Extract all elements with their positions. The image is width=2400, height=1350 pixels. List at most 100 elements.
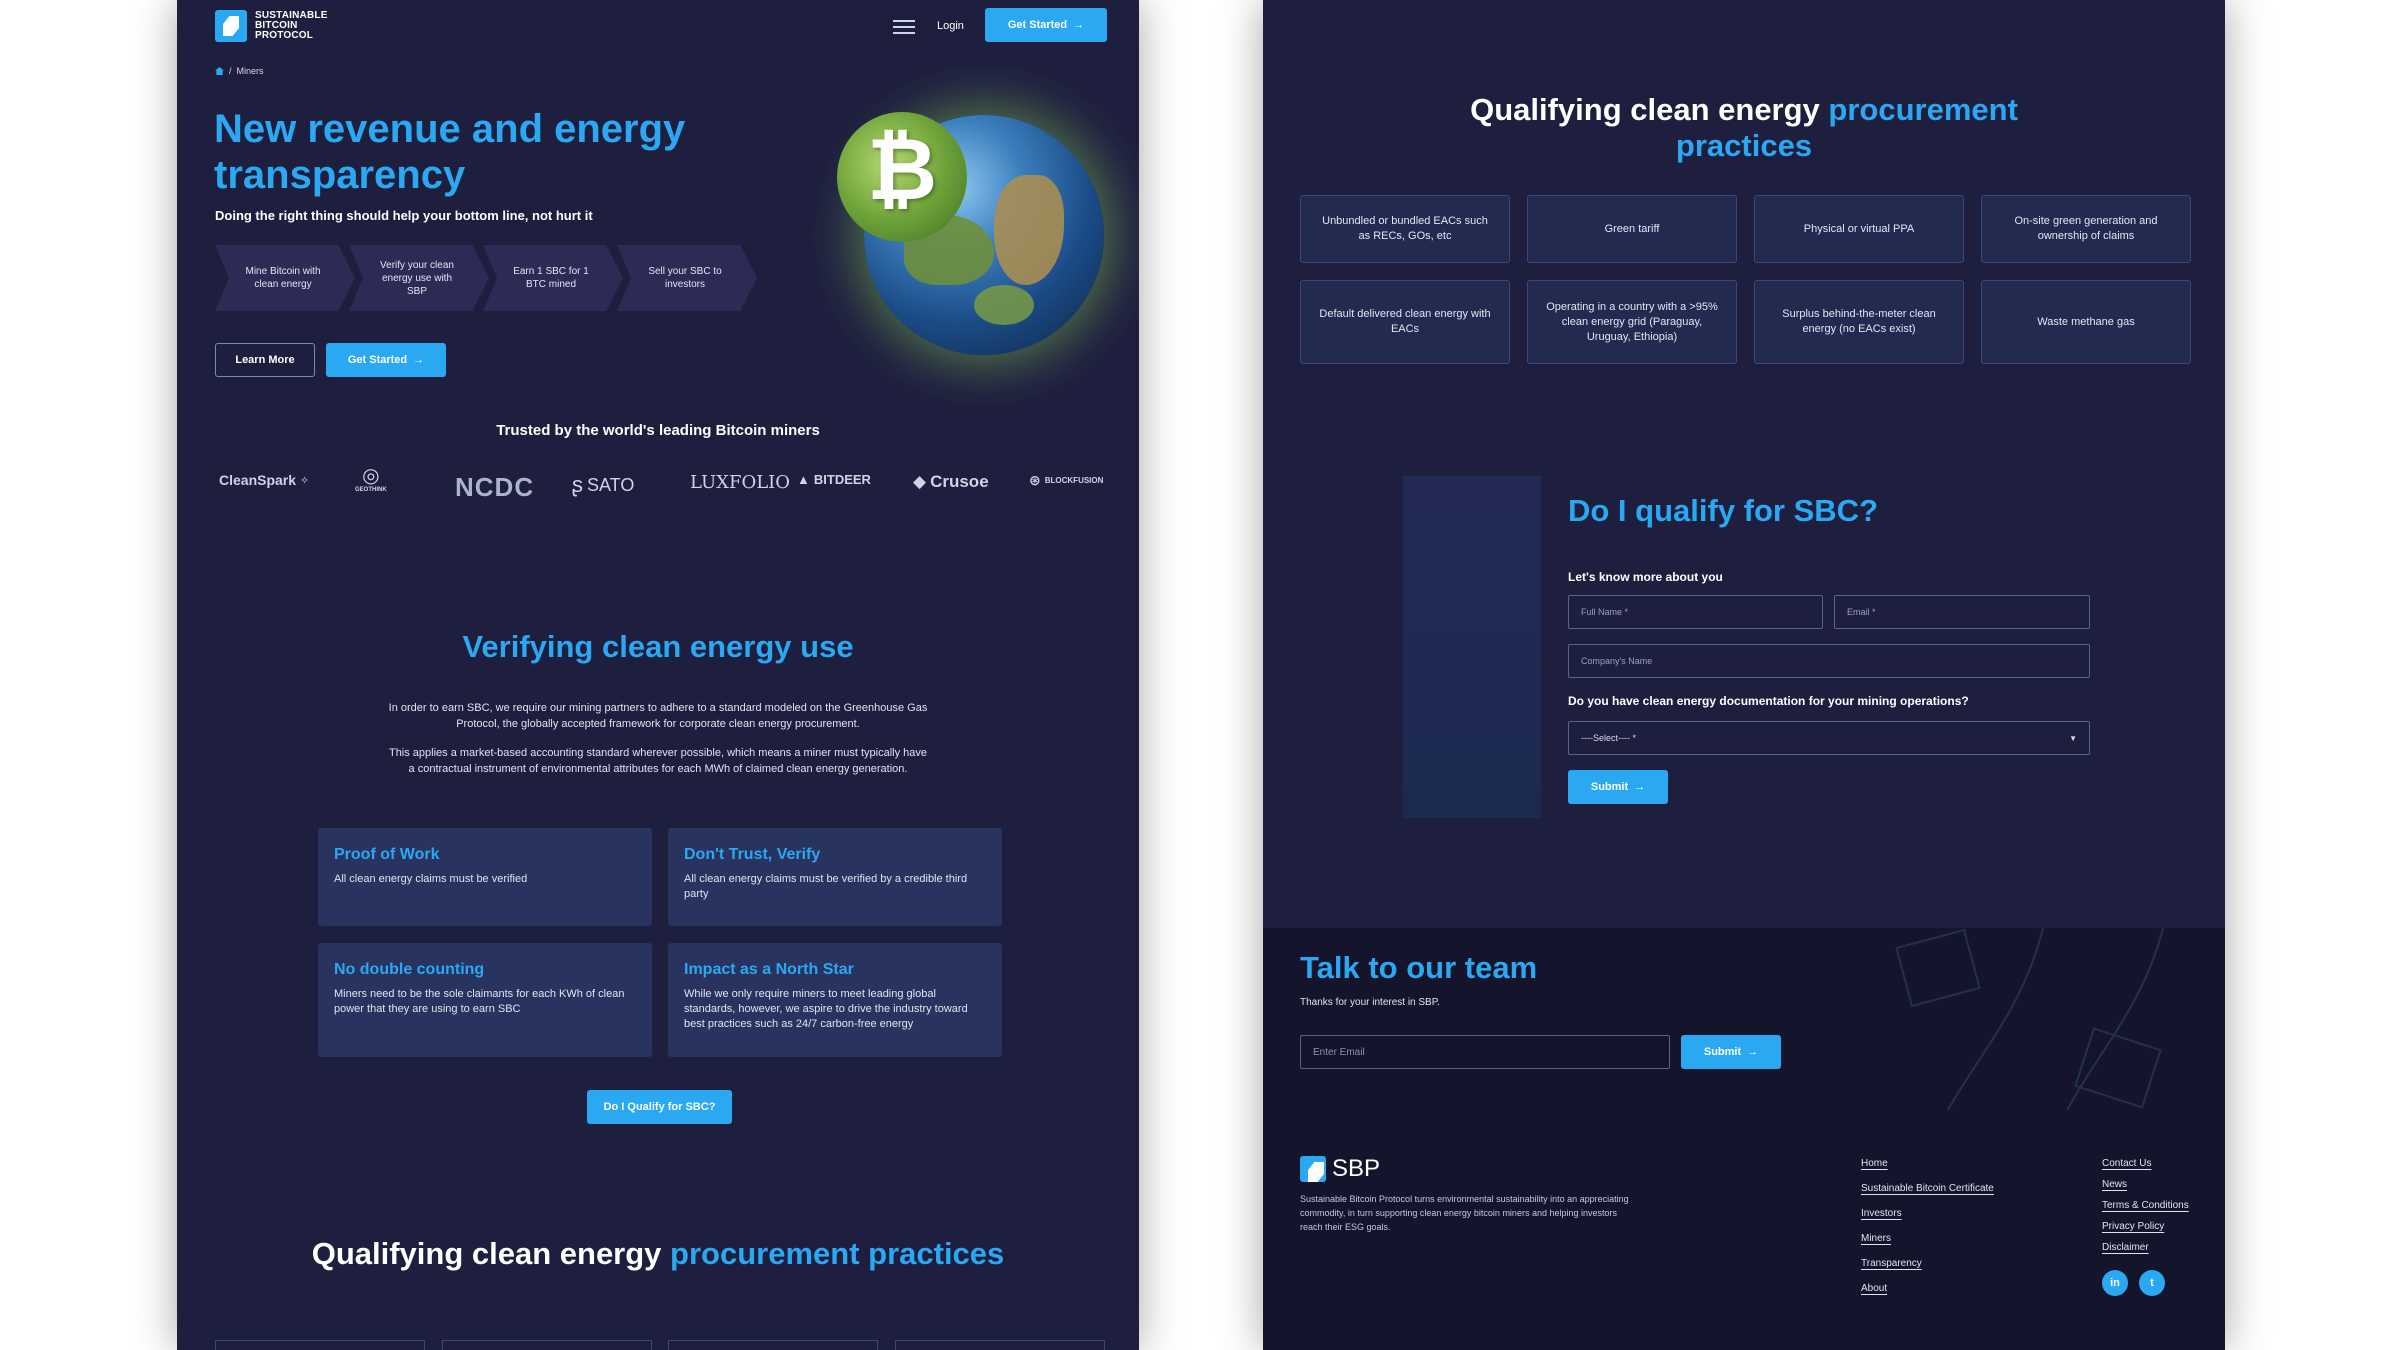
miners-page-left: SUSTAINABLE BITCOIN PROTOCOL Login Get S… [177, 0, 1139, 1350]
practice-on-site: On-site green generation and ownership o… [1981, 195, 2191, 263]
footer-link-terms[interactable]: Terms & Conditions [2102, 1200, 2189, 1211]
twitter-icon[interactable]: t [2139, 1270, 2165, 1296]
card-dont-trust-verify: Don't Trust, Verify All clean energy cla… [668, 828, 1002, 926]
footer-link-contact[interactable]: Contact Us [2102, 1158, 2151, 1169]
hero-subtitle: Doing the right thing should help your b… [215, 208, 593, 223]
card-title: Impact as a North Star [684, 961, 854, 978]
practice-behind-the-meter: Surplus behind-the-meter clean energy (n… [1754, 280, 1964, 364]
footer-logo[interactable]: SBP [1300, 1155, 1380, 1183]
menu-icon[interactable] [893, 16, 915, 38]
documentation-question: Do you have clean energy documentation f… [1568, 694, 1969, 708]
arrow-right-icon: → [1073, 19, 1085, 31]
linkedin-icon[interactable]: in [2102, 1270, 2128, 1296]
chevron-down-icon: ▼ [2069, 733, 2077, 743]
talk-to-team-title: Talk to our team [1300, 950, 1538, 985]
qualifying-title: Qualifying clean energy procurement prac… [177, 1236, 1139, 1272]
hero-get-started-label: Get Started [347, 354, 408, 366]
step-sell: Sell your SBC to investors [617, 245, 757, 311]
footer-description: Sustainable Bitcoin Protocol turns envir… [1300, 1194, 1629, 1232]
card-title: No double counting [334, 961, 485, 978]
step-earn: Earn 1 SBC for 1 BTC mined [483, 245, 623, 311]
site-logo[interactable]: SUSTAINABLE BITCOIN PROTOCOL [215, 10, 328, 42]
do-i-qualify-button[interactable]: Do I Qualify for SBC? [587, 1090, 732, 1124]
q-card-partial [215, 1340, 425, 1350]
form-side-image [1403, 476, 1541, 818]
card-impact-north-star: Impact as a North Star While we only req… [668, 943, 1002, 1057]
bitcoin-tree-illustration: ₿ [829, 112, 979, 262]
practice-waste-methane: Waste methane gas [1981, 280, 2191, 364]
footer-link-about[interactable]: About [1861, 1283, 1887, 1294]
partner-logo-crusoe: ◆ Crusoe [913, 472, 989, 491]
footer-link-news[interactable]: News [2102, 1179, 2127, 1190]
team-submit-button[interactable]: Submit → [1681, 1035, 1781, 1069]
logo-wordmark: SUSTAINABLE BITCOIN PROTOCOL [255, 10, 328, 41]
globe-landmass [974, 285, 1034, 325]
footer-link-sbc[interactable]: Sustainable Bitcoin Certificate [1861, 1183, 1994, 1194]
home-icon[interactable] [215, 67, 224, 75]
q-card-partial [668, 1340, 878, 1350]
email-field[interactable]: Email * [1834, 595, 2090, 629]
partner-logo-luxfolio: LUXFOLIO [690, 472, 791, 493]
hero-title: New revenue and energy transparency [214, 107, 686, 197]
practice-default-delivered: Default delivered clean energy with EACs [1300, 280, 1510, 364]
verifying-paragraph-1: In order to earn SBC, we require our min… [388, 702, 928, 730]
learn-more-button[interactable]: Learn More [215, 343, 315, 377]
sbp-logo-icon [1300, 1156, 1326, 1182]
qualifying-title-white: Qualifying clean energy [311, 1236, 662, 1271]
company-name-field[interactable]: Company's Name [1568, 644, 2090, 678]
practice-ppa: Physical or virtual PPA [1754, 195, 1964, 263]
partner-logo-blockfusion: ⊛ BLOCKFUSION [1029, 472, 1104, 488]
footer-link-miners[interactable]: Miners [1861, 1233, 1891, 1244]
qualify-form-title: Do I qualify for SBC? [1568, 493, 1878, 528]
form-submit-label: Submit [1590, 781, 1629, 793]
partner-logo-cleanspark: CleanSpark ✧ [219, 472, 310, 488]
trusted-heading: Trusted by the world's leading Bitcoin m… [496, 422, 820, 439]
arrow-right-icon: → [1747, 1046, 1759, 1058]
team-submit-label: Submit [1703, 1046, 1742, 1058]
team-email-input[interactable]: Enter Email [1300, 1035, 1670, 1069]
sbp-logo-icon [215, 10, 247, 42]
practice-clean-grid-country: Operating in a country with a >95% clean… [1527, 280, 1737, 364]
partner-logo-bitdeer: ▲ BITDEER [797, 472, 871, 487]
card-text: All clean energy claims must be verified… [684, 873, 968, 900]
practice-green-tariff: Green tariff [1527, 195, 1737, 263]
step-verify: Verify your clean energy use with SBP [349, 245, 489, 311]
qualifying-title-accent: procurement practices [670, 1236, 1005, 1271]
footer-link-disclaimer[interactable]: Disclaimer [2102, 1242, 2149, 1253]
footer-link-transparency[interactable]: Transparency [1861, 1258, 1922, 1269]
full-name-field[interactable]: Full Name * [1568, 595, 1823, 629]
card-title: Don't Trust, Verify [684, 846, 821, 863]
footer-logo-text: SBP [1332, 1155, 1381, 1182]
bitcoin-icon: ₿ [867, 120, 938, 220]
documentation-select[interactable]: ----Select---- * ▼ [1568, 721, 2090, 755]
breadcrumb-current: Miners [236, 66, 264, 76]
login-link[interactable]: Login [937, 20, 964, 32]
talk-to-team-subtitle: Thanks for your interest in SBP. [1300, 997, 1440, 1008]
footer-link-investors[interactable]: Investors [1861, 1208, 1902, 1219]
q-card-partial [442, 1340, 652, 1350]
q-card-partial [895, 1340, 1105, 1350]
verifying-title: Verifying clean energy use [462, 629, 854, 664]
hero-get-started-button[interactable]: Get Started → [326, 343, 446, 377]
form-intro-label: Let's know more about you [1568, 570, 1723, 584]
breadcrumb-separator: / [229, 66, 232, 76]
form-submit-button[interactable]: Submit → [1568, 770, 1668, 804]
arrow-right-icon: → [413, 354, 425, 366]
card-text: Miners need to be the sole claimants for… [334, 988, 625, 1015]
site-footer: SBP Sustainable Bitcoin Protocol turns e… [1263, 1110, 2225, 1350]
step-mine: Mine Bitcoin with clean energy [215, 245, 355, 311]
header-get-started-label: Get Started [1007, 19, 1068, 31]
globe-landmass [994, 175, 1064, 285]
qualifying-title-white: Qualifying clean energy [1470, 92, 1820, 127]
footer-link-privacy[interactable]: Privacy Policy [2102, 1221, 2164, 1232]
arrow-right-icon: → [1634, 781, 1646, 793]
qualifying-title: Qualifying clean energy procurement prac… [1413, 92, 2075, 164]
footer-link-home[interactable]: Home [1861, 1158, 1888, 1169]
practice-unbundled-eacs: Unbundled or bundled EACs such as RECs, … [1300, 195, 1510, 263]
partner-logo-sato: ʂ SATO [572, 472, 635, 497]
miners-page-right: Qualifying clean energy procurement prac… [1263, 0, 2225, 1350]
partner-logo-ncdc: NCDC [455, 472, 535, 502]
header-get-started-button[interactable]: Get Started → [985, 8, 1107, 42]
card-text: All clean energy claims must be verified [334, 873, 528, 885]
verifying-paragraph-2: This applies a market-based accounting s… [388, 747, 928, 775]
